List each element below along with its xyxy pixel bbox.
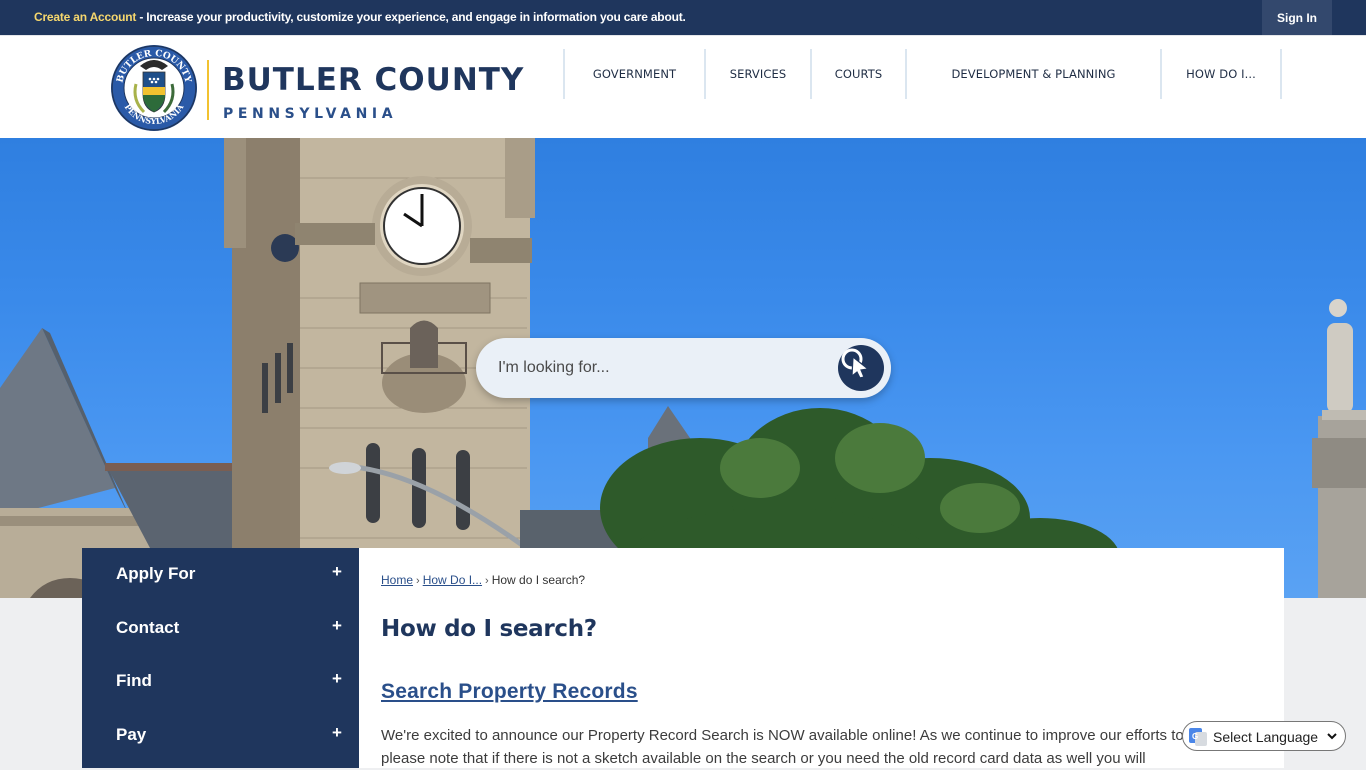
account-promo: Create an Account - Increase your produc… <box>34 10 686 24</box>
nav-item-government[interactable]: GOVERNMENT <box>563 49 704 99</box>
breadcrumb: Home › How Do I... › How do I search? <box>381 573 585 587</box>
sidebar-item-label: Contact <box>116 617 180 637</box>
sidebar-item-find[interactable]: Find + <box>82 655 359 709</box>
breadcrumb-home[interactable]: Home <box>381 573 413 587</box>
sidebar-item-label: Find <box>116 671 152 690</box>
create-account-link[interactable]: Create an Account <box>34 10 136 24</box>
search-button[interactable] <box>838 345 884 391</box>
logo-title: BUTLER COUNTY <box>222 62 525 98</box>
sidebar-item-contact[interactable]: Contact + <box>82 602 359 656</box>
sidebar-item-label: Pay <box>116 724 147 744</box>
nav-item-label: SERVICES <box>729 67 787 81</box>
plus-icon[interactable]: + <box>332 669 342 689</box>
google-translate-icon: G <box>1189 728 1207 746</box>
breadcrumb-separator: › <box>485 575 489 587</box>
svg-text:G: G <box>1192 732 1198 741</box>
nav-item-label: HOW DO I... <box>1186 67 1256 81</box>
top-utility-bar: Create an Account - Increase your produc… <box>0 0 1366 35</box>
body-paragraph: We're excited to announce our Property R… <box>381 727 1258 767</box>
hero-banner <box>0 138 1366 598</box>
sidebar-item-label: Apply For <box>116 564 196 583</box>
main-nav: GOVERNMENT SERVICES COURTS DEVELOPMENT &… <box>563 49 1282 99</box>
plus-icon[interactable]: + <box>332 562 342 582</box>
search-pointer-icon <box>841 348 870 379</box>
site-header: BUTLER COUNTY PENNSYLVANIA BUTLER COUNTY… <box>0 35 1366 138</box>
sidebar-item-pay[interactable]: Pay + <box>82 709 359 763</box>
sidebar-menu: Apply For + Contact + Find + Pay + <box>82 548 359 768</box>
county-seal-icon: BUTLER COUNTY PENNSYLVANIA <box>111 45 197 131</box>
nav-item-development-planning[interactable]: DEVELOPMENT & PLANNING <box>905 49 1160 99</box>
site-search <box>476 338 891 398</box>
chevron-down-icon <box>1327 733 1337 740</box>
breadcrumb-current: How do I search? <box>491 573 586 587</box>
nav-item-label: DEVELOPMENT & PLANNING <box>951 67 1116 81</box>
nav-item-services[interactable]: SERVICES <box>704 49 810 99</box>
main-content: Home › How Do I... › How do I search? How do… <box>359 548 1284 768</box>
site-logo-link[interactable]: BUTLER COUNTY PENNSYLVANIA BUTLER COUNTY… <box>108 42 528 134</box>
logo-subtitle: PENNSYLVANIA <box>223 106 398 122</box>
plus-icon[interactable]: + <box>332 723 342 743</box>
nav-item-courts[interactable]: COURTS <box>810 49 905 99</box>
logo-divider <box>207 60 209 120</box>
page-title: How do I search? <box>381 616 597 642</box>
monument-statue <box>1312 299 1366 598</box>
breadcrumb-separator: › <box>416 575 420 587</box>
breadcrumb-how-do-i[interactable]: How Do I... <box>423 573 482 587</box>
plus-icon[interactable]: + <box>332 616 342 636</box>
nav-item-label: GOVERNMENT <box>592 67 677 81</box>
language-select[interactable]: G Select Language <box>1182 721 1346 751</box>
nav-item-label: COURTS <box>834 67 883 81</box>
language-select-label: Select Language <box>1213 729 1319 745</box>
nav-item-how-do-i[interactable]: HOW DO I... <box>1160 49 1282 99</box>
sign-in-button[interactable]: Sign In <box>1262 0 1332 35</box>
search-property-records-link[interactable]: Search Property Records <box>381 680 638 704</box>
sidebar-item-apply-for[interactable]: Apply For + <box>82 548 359 602</box>
promo-text: - Increase your productivity, customize … <box>136 10 686 24</box>
search-input[interactable] <box>498 338 828 398</box>
